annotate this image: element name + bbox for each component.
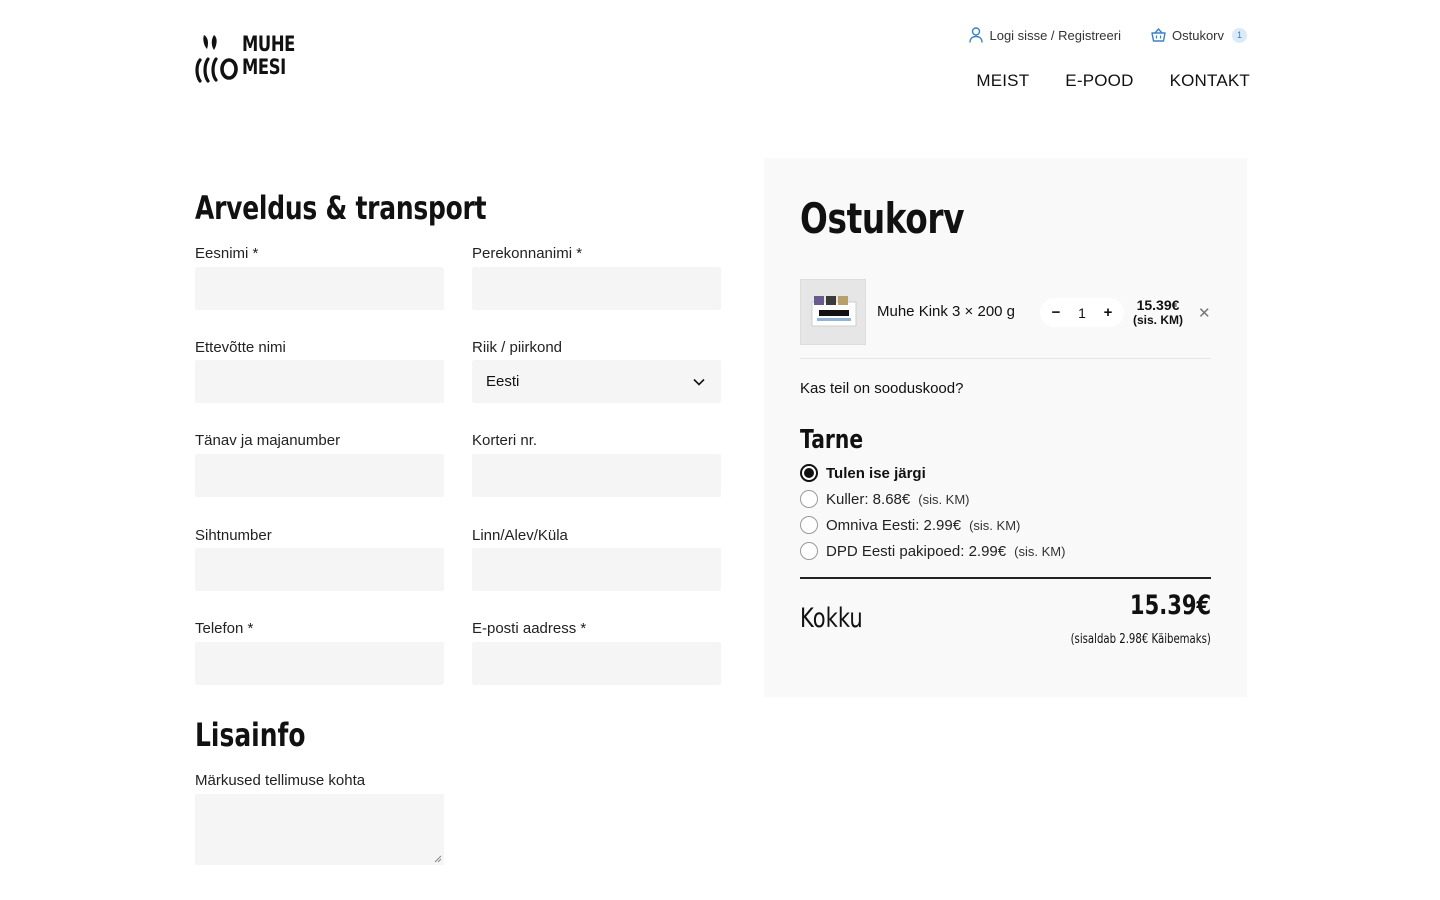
logo-line-2: MESI — [242, 55, 286, 79]
company-label: Ettevõtte nimi — [195, 339, 286, 356]
product-box-icon — [801, 280, 865, 344]
last-name-label: Perekonnanimi * — [472, 245, 583, 262]
phone-label: Telefon * — [195, 620, 254, 637]
product-image — [800, 279, 866, 345]
account-links: Logi sisse / Registreeri Ostukorv 1 — [969, 27, 1247, 43]
billing-title: Arveldus & transport — [195, 189, 487, 227]
email-field[interactable] — [472, 642, 721, 685]
company-field[interactable] — [195, 360, 444, 403]
last-name-field[interactable] — [472, 267, 721, 310]
cart-label: Ostukorv — [1171, 27, 1224, 43]
radio-selected[interactable] — [800, 464, 818, 482]
shipping-option-note: (sis. KM) — [918, 491, 970, 507]
shipping-option-courier[interactable]: Kuller: 8.68€ (sis. KM) — [800, 490, 970, 508]
radio-unselected[interactable] — [800, 542, 818, 560]
user-icon — [969, 27, 984, 43]
divider — [800, 358, 1211, 359]
total-divider — [800, 577, 1211, 579]
main-nav: MEIST E-POOD KONTAKT — [976, 71, 1250, 91]
email-label: E-posti aadress * — [472, 620, 587, 637]
basket-icon — [1151, 28, 1166, 42]
logo[interactable]: MUHE MESI — [195, 33, 305, 85]
shipping-option-dpd[interactable]: DPD Eesti pakipoed: 2.99€ (sis. KM) — [800, 542, 1065, 560]
radio-unselected[interactable] — [800, 490, 818, 508]
nav-item-meist[interactable]: MEIST — [976, 71, 1029, 91]
radio-unselected[interactable] — [800, 516, 818, 534]
total-tax-note: (sisaldab 2.98€ Käibemaks) — [1070, 632, 1211, 647]
logo-line-1: MUHE — [242, 32, 295, 56]
chevron-down-icon — [693, 378, 705, 386]
decrease-quantity-button[interactable]: − — [1048, 304, 1064, 321]
cart-link[interactable]: Ostukorv 1 — [1151, 27, 1247, 43]
country-select[interactable]: Eesti — [472, 360, 721, 403]
postcode-label: Sihtnumber — [195, 527, 272, 544]
cart-title: Ostukorv — [800, 194, 965, 243]
shipping-option-label: Omniva Eesti: 2.99€ — [826, 516, 962, 534]
shipping-title: Tarne — [800, 425, 864, 455]
order-notes-textarea[interactable] — [195, 794, 444, 865]
item-price: 15.39€ — [1136, 297, 1180, 313]
shipping-option-label: DPD Eesti pakipoed: 2.99€ — [826, 542, 1007, 560]
quantity-value[interactable]: 1 — [1078, 305, 1086, 321]
city-field[interactable] — [472, 548, 721, 591]
cart-count-badge: 1 — [1232, 27, 1247, 43]
first-name-label: Eesnimi * — [195, 245, 259, 262]
country-label: Riik / piirkond — [472, 339, 563, 356]
city-label: Linn/Alev/Küla — [472, 527, 568, 544]
nav-item-kontakt[interactable]: KONTAKT — [1170, 71, 1250, 91]
cart-panel: Ostukorv Muhe Kink 3 × 200 g − 1 + 15.39… — [764, 158, 1247, 697]
apartment-field[interactable] — [472, 454, 721, 497]
resize-handle-icon[interactable] — [434, 855, 442, 863]
shipping-option-note: (sis. KM) — [969, 517, 1021, 533]
shipping-option-pickup[interactable]: Tulen ise järgi — [800, 464, 926, 482]
first-name-field[interactable] — [195, 267, 444, 310]
apartment-label: Korteri nr. — [472, 432, 538, 449]
item-price-note: (sis. KM) — [1132, 313, 1183, 327]
phone-field[interactable] — [195, 642, 444, 685]
shipping-option-label: Tulen ise järgi — [826, 464, 926, 482]
increase-quantity-button[interactable]: + — [1100, 304, 1116, 321]
total-label: Kokku — [800, 603, 863, 634]
logo-text: MUHE MESI — [242, 33, 295, 79]
country-value: Eesti — [486, 373, 520, 390]
coupon-code-link[interactable]: Kas teil on sooduskood? — [800, 380, 963, 397]
street-field[interactable] — [195, 454, 444, 497]
quantity-stepper: − 1 + — [1040, 298, 1124, 327]
product-name[interactable]: Muhe Kink 3 × 200 g — [877, 303, 1015, 320]
remove-item-button[interactable]: ✕ — [1198, 304, 1211, 322]
bee-logo-icon — [195, 35, 238, 83]
order-notes-label: Märkused tellimuse kohta — [195, 772, 366, 789]
nav-item-e-pood[interactable]: E-POOD — [1065, 71, 1133, 91]
shipping-option-omniva[interactable]: Omniva Eesti: 2.99€ (sis. KM) — [800, 516, 1020, 534]
total-value: 15.39€ — [1129, 590, 1211, 621]
login-label: Logi sisse / Registreeri — [989, 27, 1121, 43]
shipping-option-note: (sis. KM) — [1014, 543, 1066, 559]
login-link[interactable]: Logi sisse / Registreeri — [969, 27, 1121, 43]
postcode-field[interactable] — [195, 548, 444, 591]
street-label: Tänav ja majanumber — [195, 432, 341, 449]
extra-info-title: Lisainfo — [195, 716, 306, 754]
shipping-option-label: Kuller: 8.68€ — [826, 490, 911, 508]
